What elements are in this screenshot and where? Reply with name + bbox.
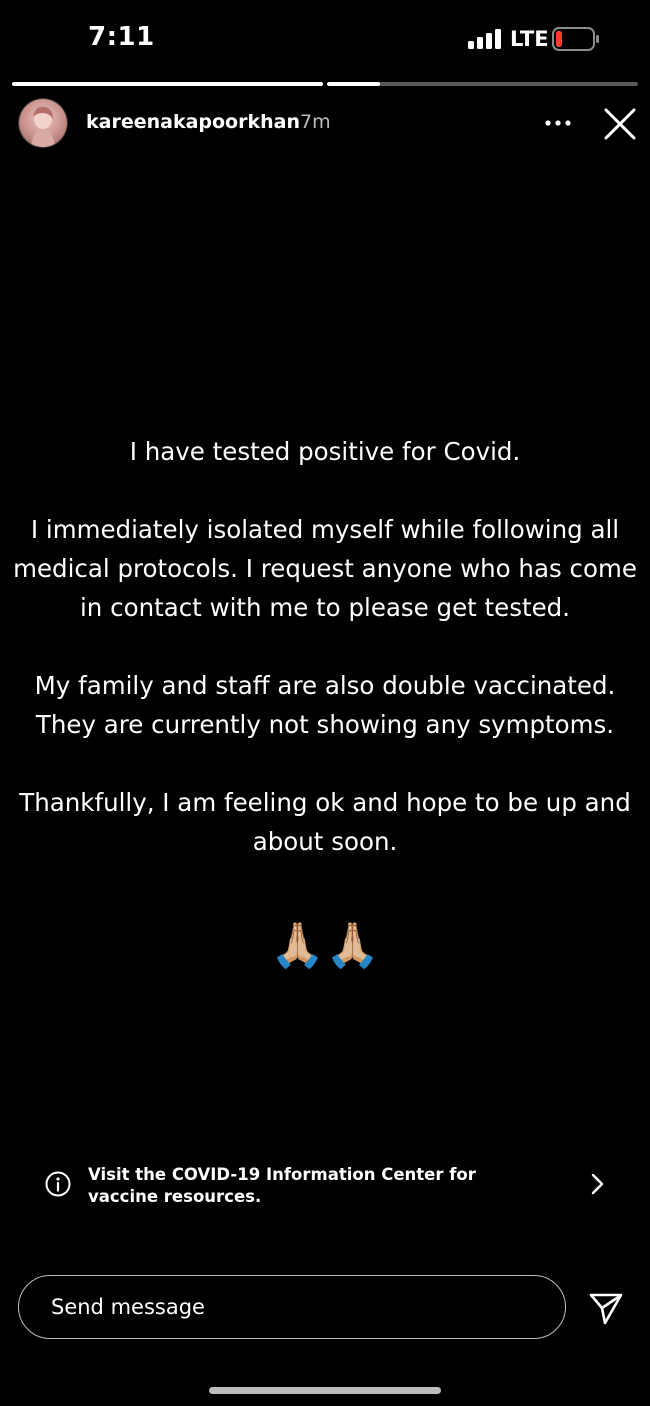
story-time-ago: 7m: [300, 111, 331, 133]
more-options-icon: [545, 120, 571, 126]
covid-info-line: vaccine resources.: [88, 1187, 262, 1206]
status-time: 7:11: [88, 22, 155, 52]
close-story-button[interactable]: [600, 104, 640, 144]
covid-info-line: Visit the COVID-19 Information Center fo…: [88, 1165, 476, 1184]
more-options-button[interactable]: [540, 106, 576, 138]
chevron-right-icon: [591, 1173, 604, 1195]
story-paragraph: Thankfully, I am feeling ok and hope to …: [19, 788, 631, 856]
avatar[interactable]: [19, 99, 67, 147]
story-paragraph: I immediately isolated myself while foll…: [13, 515, 637, 622]
send-message-placeholder: Send message: [51, 1295, 205, 1319]
profile-photo: [31, 106, 55, 147]
story-username[interactable]: kareenakapoorkhan: [86, 111, 300, 133]
story-progress-fill: [12, 82, 323, 86]
battery-low-icon: [552, 27, 599, 51]
story-text-body: I have tested positive for Covid. I imme…: [0, 432, 650, 900]
praying-hands-emoji: 🙏🏼🙏🏼: [270, 920, 380, 971]
send-message-input[interactable]: Send message: [18, 1275, 566, 1339]
story-progress-bar-1: [12, 82, 323, 86]
home-indicator[interactable]: [209, 1387, 441, 1394]
send-icon: [589, 1293, 623, 1325]
info-icon: [45, 1171, 71, 1197]
status-bar: 7:11 LTE: [0, 0, 650, 80]
story-paragraph: I have tested positive for Covid.: [129, 437, 521, 466]
story-progress-bar-2: [327, 82, 638, 86]
send-button[interactable]: [588, 1290, 624, 1326]
story-progress-fill: [327, 82, 380, 86]
close-icon: [604, 108, 636, 140]
covid-info-banner[interactable]: Visit the COVID-19 Information Center fo…: [20, 1150, 630, 1216]
network-type-label: LTE: [510, 27, 549, 51]
cellular-signal-icon: [468, 29, 501, 49]
story-paragraph: My family and staff are also double vacc…: [34, 671, 616, 739]
covid-info-text: Visit the COVID-19 Information Center fo…: [88, 1164, 476, 1208]
